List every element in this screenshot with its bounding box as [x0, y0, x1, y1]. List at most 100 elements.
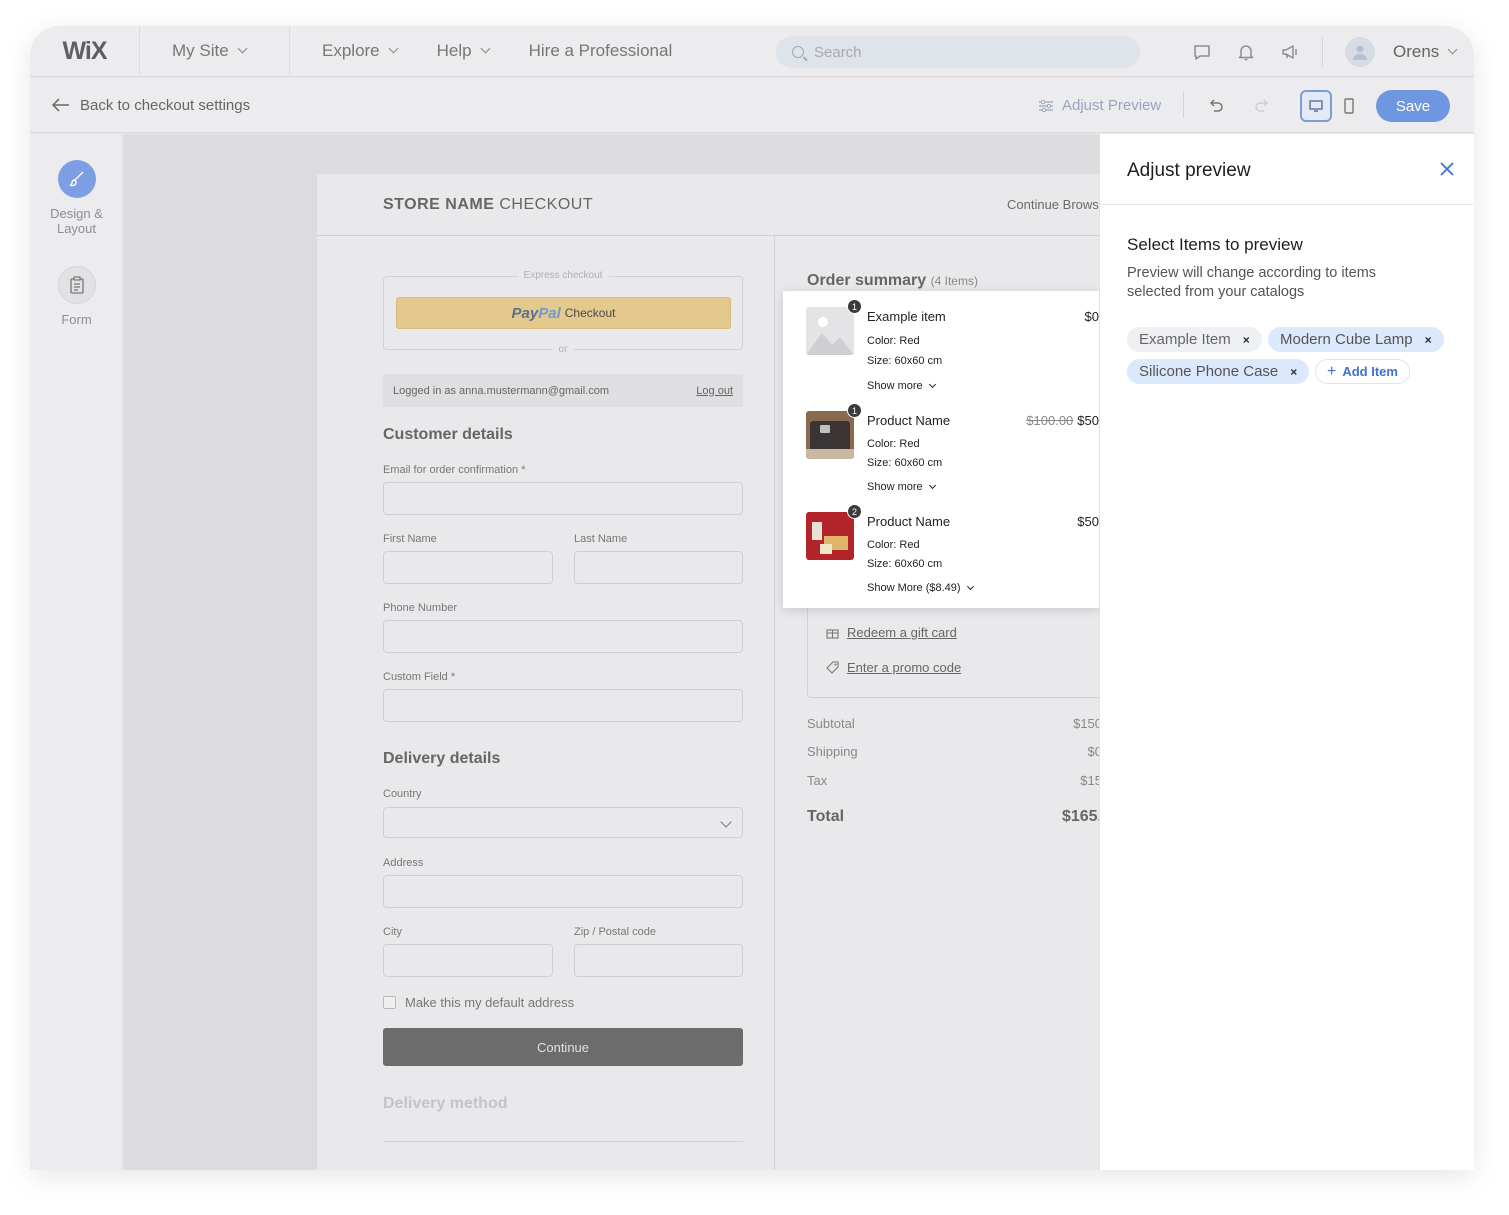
item-name: Example item	[867, 309, 946, 324]
item-tag[interactable]: Modern Cube Lamp ×	[1268, 327, 1444, 352]
panel-title: Adjust preview	[1127, 160, 1251, 181]
top-nav: Explore Help Hire a Professional	[290, 26, 712, 76]
desktop-icon	[1309, 100, 1323, 112]
continue-button[interactable]: Continue	[383, 1028, 743, 1066]
redeem-gift-card-link[interactable]: Redeem a gift card	[847, 625, 957, 640]
remove-tag-icon[interactable]: ×	[1425, 333, 1432, 347]
nav-explore[interactable]: Explore	[322, 41, 399, 61]
back-label: Back to checkout settings	[80, 96, 251, 114]
customer-details-title: Customer details	[383, 426, 513, 443]
mobile-view-button[interactable]	[1334, 90, 1364, 122]
paypal-logo: Pay	[511, 304, 539, 322]
chevron-down-icon	[388, 43, 399, 54]
adjust-preview-panel: Adjust preview Select Items to preview P…	[1099, 134, 1474, 1170]
item-tag[interactable]: Example Item ×	[1127, 327, 1262, 352]
item-tag[interactable]: Silicone Phone Case ×	[1127, 359, 1310, 384]
custom-field-label: Custom Field *	[383, 671, 456, 683]
close-icon[interactable]	[1437, 159, 1457, 179]
zip-field[interactable]	[574, 944, 743, 977]
first-name-field[interactable]	[383, 551, 553, 584]
image-placeholder-icon	[806, 307, 854, 355]
redeem-gift-card[interactable]: Redeem a gift card	[826, 625, 957, 640]
nav-help[interactable]: Help	[436, 41, 491, 61]
default-address-checkbox[interactable]	[383, 996, 396, 1009]
mobile-icon	[1344, 98, 1354, 114]
bell-icon[interactable]	[1224, 26, 1268, 77]
nav-help-label: Help	[436, 41, 472, 60]
remove-tag-icon[interactable]: ×	[1290, 365, 1297, 379]
tag-label: Silicone Phone Case	[1139, 363, 1279, 380]
paypal-checkout-button[interactable]: Pay Pal Checkout	[396, 297, 731, 329]
add-item-button[interactable]: + Add Item	[1315, 359, 1410, 384]
divider	[383, 1141, 743, 1142]
rail-layout-label: Layout	[56, 221, 97, 236]
show-more-label: Show More ($8.49)	[867, 582, 961, 594]
country-select[interactable]	[383, 807, 743, 838]
chevron-down-icon	[237, 43, 248, 54]
item-old-price: $100.00	[1026, 413, 1074, 428]
search-input[interactable]: Search	[776, 36, 1140, 68]
my-site-menu[interactable]: My Site	[140, 26, 290, 76]
tag-label: Example Item	[1139, 331, 1231, 348]
country-label: Country	[383, 788, 422, 800]
continue-browsing-link[interactable]: Continue Brows	[1007, 197, 1099, 212]
shipping-label: Shipping	[807, 744, 858, 759]
top-icons: Orens	[1180, 26, 1458, 77]
enter-promo-code[interactable]: Enter a promo code	[826, 660, 961, 675]
total-label: Total	[807, 808, 845, 825]
adjust-preview-button[interactable]: Adjust Preview	[1038, 78, 1161, 133]
back-to-checkout-settings[interactable]: Back to checkout settings	[52, 97, 250, 114]
search-placeholder: Search	[814, 43, 862, 61]
show-more-link[interactable]: Show more	[867, 481, 936, 493]
plus-icon: +	[1327, 362, 1337, 380]
express-checkout-label: Express checkout	[517, 270, 609, 281]
shipping-row: Shipping $0	[807, 744, 1102, 759]
delivery-details-title: Delivery details	[383, 750, 501, 767]
subtotal-value: $150	[1073, 716, 1102, 731]
phone-field[interactable]	[383, 620, 743, 653]
user-name: Orens	[1393, 41, 1440, 61]
my-site-label: My Site	[172, 41, 229, 60]
wix-logo[interactable]: WiX	[30, 26, 140, 76]
show-more-link[interactable]: Show more	[867, 380, 936, 392]
delivery-method-title: Delivery method	[383, 1095, 508, 1112]
tax-row: Tax $15	[807, 773, 1102, 788]
item-name: Product Name	[867, 413, 951, 428]
tag-label: Modern Cube Lamp	[1280, 331, 1413, 348]
item-price: $0	[1085, 309, 1099, 324]
rail-form[interactable]: Form	[30, 266, 123, 327]
user-menu[interactable]: Orens	[1393, 41, 1458, 62]
preview-canvas: STORE NAME CHECKOUT Continue Brows Expre…	[124, 134, 1107, 1170]
megaphone-icon[interactable]	[1268, 26, 1312, 77]
show-more-label: Show more	[867, 380, 923, 392]
promo-box: Redeem a gift card Enter a promo code	[807, 608, 1107, 698]
avatar[interactable]	[1345, 36, 1375, 67]
phone-label: Phone Number	[383, 602, 457, 614]
promo-code-link[interactable]: Enter a promo code	[847, 660, 961, 675]
undo-icon[interactable]	[1203, 93, 1229, 119]
order-items-card: 1 Example item $0 Color: Red Size: 60x60…	[783, 291, 1099, 608]
divider	[1322, 37, 1323, 66]
show-more-link[interactable]: Show More ($8.49)	[867, 582, 974, 594]
email-field[interactable]	[383, 482, 743, 515]
rail-design-layout[interactable]: Design & Layout	[30, 160, 123, 236]
chat-icon[interactable]	[1180, 26, 1224, 77]
custom-field[interactable]	[383, 689, 743, 722]
last-name-field[interactable]	[574, 551, 743, 584]
address-field[interactable]	[383, 875, 743, 908]
default-address-label: Make this my default address	[405, 995, 575, 1010]
total-row: Total $165.	[807, 808, 1102, 826]
save-button[interactable]: Save	[1376, 90, 1450, 122]
remove-tag-icon[interactable]: ×	[1243, 333, 1250, 347]
order-summary-title: Order summary (4 Items)	[807, 272, 978, 290]
tag-icon	[826, 661, 839, 674]
rail-design-label: Design &	[50, 206, 103, 221]
city-field[interactable]	[383, 944, 553, 977]
desktop-view-button[interactable]	[1300, 90, 1332, 122]
item-price-value: $0	[1084, 309, 1099, 324]
redo-icon[interactable]	[1249, 93, 1275, 119]
panel-header: Adjust preview	[1100, 134, 1474, 205]
chevron-down-icon	[480, 43, 491, 54]
log-out-link[interactable]: Log out	[696, 385, 733, 397]
nav-hire-professional[interactable]: Hire a Professional	[529, 41, 673, 61]
